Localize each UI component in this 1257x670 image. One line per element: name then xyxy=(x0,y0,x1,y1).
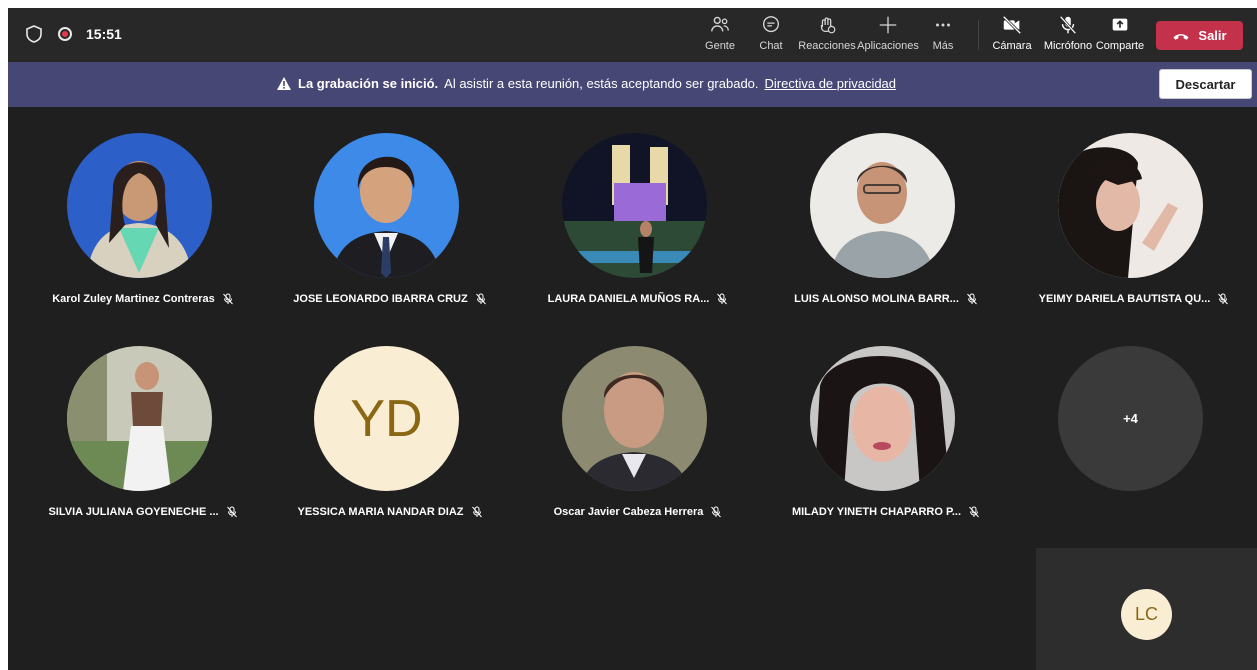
participant-avatar[interactable] xyxy=(67,346,212,491)
recording-notice-message: Al asistir a esta reunión, estás aceptan… xyxy=(444,76,759,91)
participant-name: YEIMY DARIELA BAUTISTA QU... xyxy=(1014,293,1254,305)
person-photo-icon xyxy=(810,346,955,491)
chat-button[interactable]: Chat xyxy=(752,14,790,58)
person-photo-icon xyxy=(67,133,212,278)
mic-off-icon xyxy=(222,293,233,305)
participant-avatar[interactable] xyxy=(810,346,955,491)
participant-name: Karol Zuley Martinez Contreras xyxy=(23,293,263,305)
chat-icon xyxy=(762,16,780,33)
share-icon xyxy=(1112,18,1128,31)
mic-off-icon xyxy=(226,506,237,518)
chat-button-label: Chat xyxy=(759,40,783,52)
recording-banner: La grabación se inició. Al asistir a est… xyxy=(8,62,1257,107)
microphone-off-icon xyxy=(1059,15,1077,35)
recording-notice-title: La grabación se inició. xyxy=(298,76,439,91)
participant-avatar[interactable] xyxy=(562,133,707,278)
people-button-label: Gente xyxy=(705,40,735,52)
participant-name: YESSICA MARIA NANDAR DIAZ xyxy=(270,506,510,518)
phone-hangup-icon xyxy=(1173,33,1189,40)
participant-name-label: MILADY YINETH CHAPARRO P... xyxy=(791,506,962,518)
camera-button[interactable]: Cámara xyxy=(990,14,1034,58)
person-photo-icon xyxy=(810,133,955,278)
participant-name: SILVIA JULIANA GOYENECHE ... xyxy=(23,506,263,518)
reactions-button[interactable]: Reacciones xyxy=(798,14,856,58)
participant-name-label: LUIS ALONSO MOLINA BARR... xyxy=(794,293,959,305)
person-photo-icon xyxy=(562,346,707,491)
reactions-button-label: Reacciones xyxy=(798,40,856,52)
mic-off-icon xyxy=(967,293,977,305)
participant-avatar[interactable] xyxy=(562,346,707,491)
warning-icon xyxy=(277,77,291,90)
participant-name-label: YEIMY DARIELA BAUTISTA QU... xyxy=(1038,293,1211,305)
toolbar-divider xyxy=(978,20,979,50)
self-view[interactable]: LC xyxy=(1036,548,1257,670)
recording-notice: La grabación se inició. Al asistir a est… xyxy=(276,76,896,91)
mic-off-icon xyxy=(717,293,728,305)
leave-button[interactable]: Salir xyxy=(1156,21,1243,50)
person-photo-icon xyxy=(1058,133,1203,278)
meeting-info: 15:51 xyxy=(24,24,122,44)
participant-name: JOSE LEONARDO IBARRA CRUZ xyxy=(270,293,510,305)
participant-name-label: LAURA DANIELA MUÑOS RA... xyxy=(547,293,710,305)
privacy-policy-link[interactable]: Directiva de privacidad xyxy=(765,76,897,91)
participant-avatar[interactable] xyxy=(810,133,955,278)
apps-button[interactable]: Aplicaciones xyxy=(856,14,920,58)
more-icon xyxy=(936,23,950,27)
person-photo-icon xyxy=(562,133,707,278)
plus-icon xyxy=(879,16,897,34)
participant-name: MILADY YINETH CHAPARRO P... xyxy=(766,506,1006,518)
person-photo-icon xyxy=(314,133,459,278)
mic-off-icon xyxy=(1218,293,1229,305)
person-photo-icon xyxy=(67,346,212,491)
more-button-label: Más xyxy=(932,40,954,52)
apps-button-label: Aplicaciones xyxy=(857,40,919,52)
participant-avatar[interactable] xyxy=(1058,133,1203,278)
mic-off-icon xyxy=(969,506,979,518)
participant-name: Oscar Javier Cabeza Herrera xyxy=(518,506,758,518)
dismiss-button[interactable]: Descartar xyxy=(1159,69,1252,99)
self-avatar: LC xyxy=(1121,589,1172,640)
participant-avatar[interactable]: YD xyxy=(314,346,459,491)
mic-off-icon xyxy=(475,293,486,305)
meeting-window: 15:51 Gente Chat Reacciones Aplicaciones… xyxy=(8,8,1257,670)
microphone-button[interactable]: Micrófono xyxy=(1038,14,1098,58)
meeting-toolbar: 15:51 Gente Chat Reacciones Aplicaciones… xyxy=(8,8,1257,62)
reactions-icon xyxy=(820,17,836,34)
share-button-label: Comparte xyxy=(1095,40,1145,52)
participant-name-label: SILVIA JULIANA GOYENECHE ... xyxy=(48,506,219,518)
participant-name-label: Oscar Javier Cabeza Herrera xyxy=(553,506,704,518)
people-icon xyxy=(711,16,729,32)
recording-icon xyxy=(58,27,72,41)
participant-initials: YD xyxy=(314,346,459,491)
people-button[interactable]: Gente xyxy=(697,14,743,58)
camera-button-label: Cámara xyxy=(992,40,1032,52)
more-participants-count: +4 xyxy=(1058,346,1203,491)
shield-icon[interactable] xyxy=(24,24,44,44)
participant-name: LAURA DANIELA MUÑOS RA... xyxy=(518,293,758,305)
participant-name-label: Karol Zuley Martinez Contreras xyxy=(52,293,215,305)
microphone-button-label: Micrófono xyxy=(1043,40,1093,52)
more-participants-button[interactable]: +4 xyxy=(1058,346,1203,491)
participant-avatar[interactable] xyxy=(67,133,212,278)
share-button[interactable]: Comparte xyxy=(1096,14,1144,58)
participant-name: LUIS ALONSO MOLINA BARR... xyxy=(766,293,1006,305)
mic-off-icon xyxy=(711,506,722,518)
participant-avatar[interactable] xyxy=(314,133,459,278)
leave-button-label: Salir xyxy=(1198,28,1227,43)
participant-name-label: YESSICA MARIA NANDAR DIAZ xyxy=(297,506,464,518)
camera-off-icon xyxy=(1002,15,1022,35)
mic-off-icon xyxy=(471,506,482,518)
meeting-timer: 15:51 xyxy=(86,26,122,42)
participant-name-label: JOSE LEONARDO IBARRA CRUZ xyxy=(293,293,468,305)
more-button[interactable]: Más xyxy=(928,14,958,58)
